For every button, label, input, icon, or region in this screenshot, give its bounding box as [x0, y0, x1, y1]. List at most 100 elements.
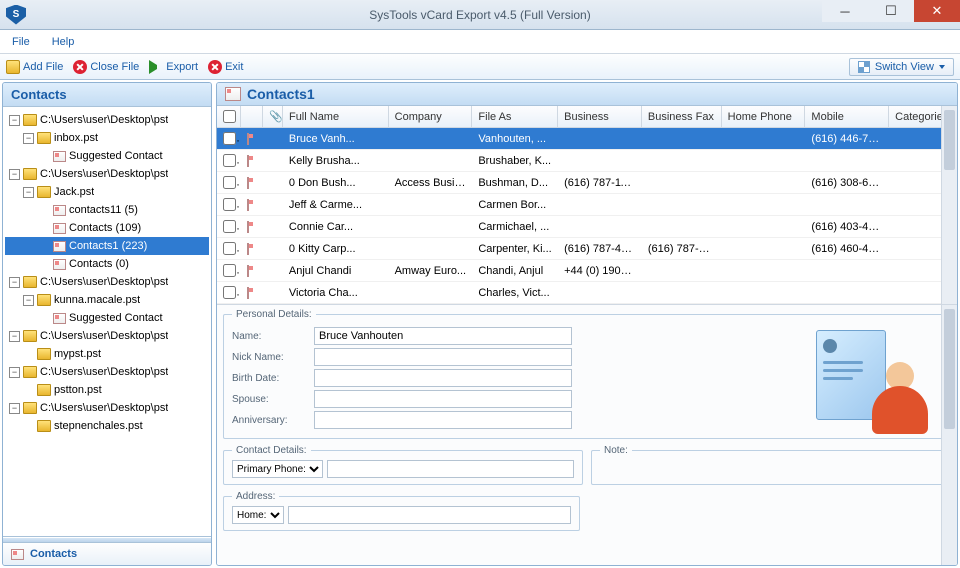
close-file-button[interactable]: Close File — [73, 60, 139, 74]
col-business[interactable]: Business — [558, 106, 642, 127]
tree-node[interactable]: Suggested Contact — [5, 147, 209, 165]
cell-fullname: 0 Kitty Carp... — [283, 243, 389, 255]
anniversary-field[interactable] — [314, 411, 572, 429]
row-checkbox[interactable] — [223, 264, 236, 277]
folder-tree[interactable]: −C:\Users\user\Desktop\pst −inbox.pst Su… — [3, 107, 211, 536]
tree-node[interactable]: Contacts (109) — [5, 219, 209, 237]
note-legend: Note: — [600, 445, 632, 456]
tree-node[interactable]: contacts11 (5) — [5, 201, 209, 219]
left-pane: Contacts −C:\Users\user\Desktop\pst −inb… — [2, 82, 212, 566]
cell-fullname: Kelly Brusha... — [283, 155, 389, 167]
close-button[interactable]: ✕ — [914, 0, 960, 22]
switch-view-button[interactable]: Switch View — [849, 58, 954, 76]
birthdate-field[interactable] — [314, 369, 572, 387]
col-mobile[interactable]: Mobile — [805, 106, 889, 127]
cell-fileas: Charles, Vict... — [472, 287, 558, 299]
contacts-nav-button[interactable]: Contacts — [3, 543, 211, 565]
tree-node[interactable]: Suggested Contact — [5, 309, 209, 327]
exit-icon — [208, 60, 222, 74]
grid-icon — [858, 61, 870, 73]
col-fileas[interactable]: File As — [472, 106, 558, 127]
tree-node[interactable]: pstton.pst — [5, 381, 209, 399]
folder-icon — [23, 276, 37, 288]
tree-node-selected[interactable]: Contacts1 (223) — [5, 237, 209, 255]
cell-fileas: Brushaber, K... — [472, 155, 558, 167]
close-icon — [73, 60, 87, 74]
contact-icon — [247, 155, 249, 167]
table-row[interactable]: 0 Don Bush...Access Busin...Bushman, D..… — [217, 172, 957, 194]
tree-node[interactable]: stepnenchales.pst — [5, 417, 209, 435]
contact-icon — [247, 133, 249, 145]
folder-icon — [37, 384, 51, 396]
cell-fileas: Chandi, Anjul — [472, 265, 558, 277]
table-row[interactable]: Connie Car...Carmichael, ...(616) 403-40… — [217, 216, 957, 238]
cell-business: +44 (0) 1908 ... — [558, 265, 642, 277]
row-checkbox[interactable] — [223, 242, 236, 255]
panel-title: Contacts1 — [247, 86, 315, 102]
tree-node[interactable]: −C:\Users\user\Desktop\pst — [5, 399, 209, 417]
table-row[interactable]: Jeff & Carme...Carmen Bor... — [217, 194, 957, 216]
select-all-checkbox[interactable] — [223, 110, 236, 123]
cell-fileas: Vanhouten, ... — [472, 133, 558, 145]
minimize-button[interactable]: ─ — [822, 0, 868, 22]
address-field[interactable] — [288, 506, 571, 524]
titlebar: SysTools vCard Export v4.5 (Full Version… — [0, 0, 960, 30]
maximize-button[interactable]: ☐ — [868, 0, 914, 22]
row-checkbox[interactable] — [223, 286, 236, 299]
export-button[interactable]: Export — [149, 60, 198, 74]
address-group: Address: Home: — [223, 491, 580, 531]
row-checkbox[interactable] — [223, 198, 236, 211]
row-checkbox[interactable] — [223, 220, 236, 233]
col-company[interactable]: Company — [389, 106, 473, 127]
menu-help[interactable]: Help — [52, 36, 75, 48]
tree-node[interactable]: −C:\Users\user\Desktop\pst — [5, 327, 209, 345]
tree-node[interactable]: −C:\Users\user\Desktop\pst — [5, 273, 209, 291]
tree-node[interactable]: −C:\Users\user\Desktop\pst — [5, 363, 209, 381]
col-fax[interactable]: Business Fax — [642, 106, 722, 127]
col-icon — [241, 106, 263, 127]
table-row[interactable]: Victoria Cha...Charles, Vict... — [217, 282, 957, 304]
menu-file[interactable]: File — [12, 36, 30, 48]
table-row[interactable]: Bruce Vanh...Vanhouten, ...(616) 446-775… — [217, 128, 957, 150]
col-checkbox[interactable] — [217, 106, 241, 127]
row-checkbox[interactable] — [223, 176, 236, 189]
col-home[interactable]: Home Phone — [722, 106, 806, 127]
add-file-button[interactable]: Add File — [6, 60, 63, 74]
primary-phone-select[interactable]: Primary Phone: — [232, 460, 323, 478]
menubar: File Help — [0, 30, 960, 54]
cell-fileas: Bushman, D... — [472, 177, 558, 189]
table-row[interactable]: Anjul ChandiAmway Euro...Chandi, Anjul+4… — [217, 260, 957, 282]
right-pane: Contacts1 📎 Full Name Company File As Bu… — [216, 82, 958, 566]
sidebar-heading: Contacts — [3, 83, 211, 107]
table-row[interactable]: 0 Kitty Carp...Carpenter, Ki...(616) 787… — [217, 238, 957, 260]
primary-phone-field[interactable] — [327, 460, 574, 478]
details-scrollbar[interactable] — [941, 305, 957, 565]
tree-node[interactable]: Contacts (0) — [5, 255, 209, 273]
contacts-grid: 📎 Full Name Company File As Business Bus… — [217, 106, 957, 305]
row-checkbox[interactable] — [223, 154, 236, 167]
col-attachment: 📎 — [263, 106, 283, 127]
nickname-field[interactable] — [314, 348, 572, 366]
tree-node[interactable]: −kunna.macale.pst — [5, 291, 209, 309]
table-row[interactable]: Kelly Brusha... Brushaber, K... — [217, 150, 957, 172]
tree-node[interactable]: −inbox.pst — [5, 129, 209, 147]
contact-icon — [225, 87, 241, 101]
spouse-field[interactable] — [314, 390, 572, 408]
tree-node[interactable]: mypst.pst — [5, 345, 209, 363]
tree-node[interactable]: −C:\Users\user\Desktop\pst — [5, 111, 209, 129]
cell-business: (616) 787-1142 — [558, 177, 642, 189]
cell-fileas: Carpenter, Ki... — [472, 243, 558, 255]
contact-legend: Contact Details: — [232, 445, 311, 456]
tree-node[interactable]: −C:\Users\user\Desktop\pst — [5, 165, 209, 183]
name-field[interactable] — [314, 327, 572, 345]
address-type-select[interactable]: Home: — [232, 506, 284, 524]
exit-button[interactable]: Exit — [208, 60, 243, 74]
row-checkbox[interactable] — [223, 132, 236, 145]
tree-node[interactable]: −Jack.pst — [5, 183, 209, 201]
grid-scrollbar[interactable] — [941, 106, 957, 304]
export-icon — [149, 60, 163, 74]
chevron-down-icon — [939, 65, 945, 69]
folder-icon — [23, 366, 37, 378]
col-fullname[interactable]: Full Name — [283, 106, 389, 127]
contact-details-group: Contact Details: Primary Phone: — [223, 445, 583, 485]
